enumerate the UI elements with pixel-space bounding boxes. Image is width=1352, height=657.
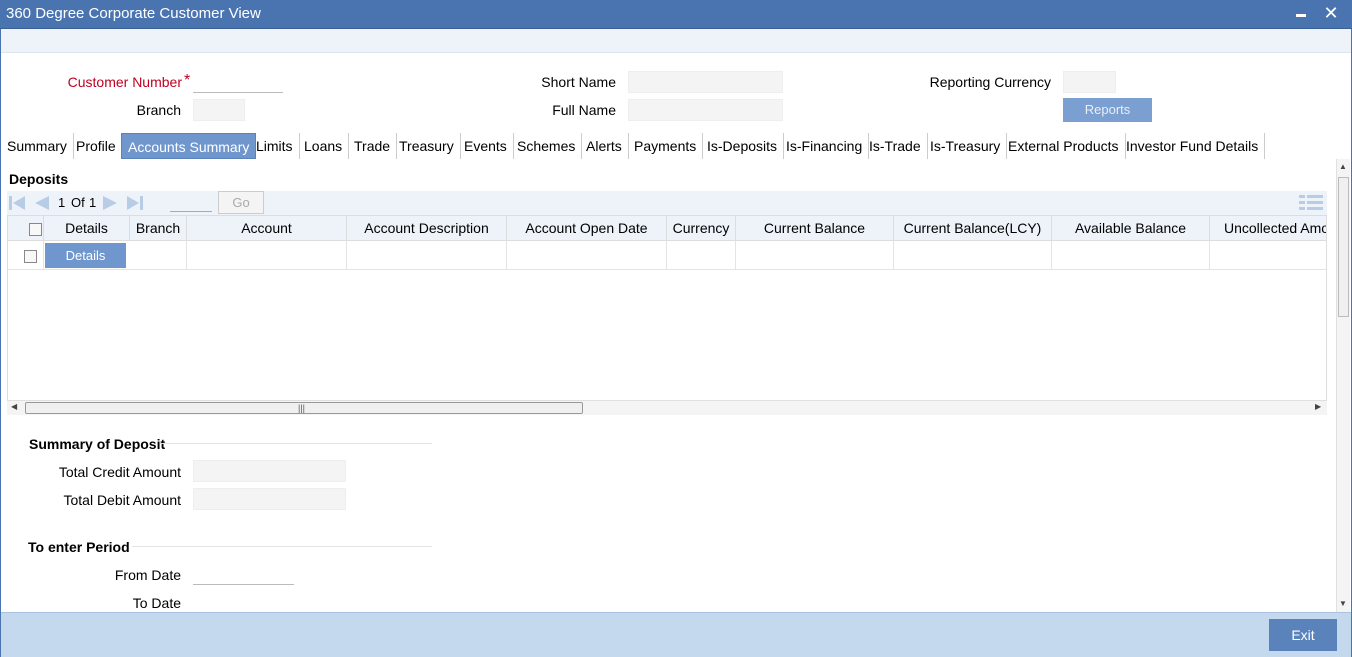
row-account-cell <box>187 241 347 270</box>
row-current-balance-cell <box>736 241 894 270</box>
window-title: 360 Degree Corporate Customer View <box>6 5 261 22</box>
row-checkbox[interactable] <box>24 250 37 263</box>
tab-payments[interactable]: Payments <box>628 133 704 159</box>
column-header-current-balance[interactable]: Current Balance <box>736 216 894 241</box>
total-credit-amount-field[interactable] <box>193 460 346 482</box>
previous-page-icon[interactable] <box>31 193 51 213</box>
column-header-branch[interactable]: Branch <box>130 216 187 241</box>
go-button[interactable]: Go <box>218 191 264 214</box>
grid-settings-icon[interactable] <box>1299 191 1323 215</box>
section-divider <box>160 443 432 444</box>
horizontal-scroll-thumb[interactable]: ||| <box>25 402 583 414</box>
tab-accounts-summary[interactable]: Accounts Summary <box>121 133 257 159</box>
table-header: Details Branch Account Account Descripti… <box>8 216 1326 241</box>
row-account-description-cell <box>347 241 507 270</box>
exit-button[interactable]: Exit <box>1269 619 1337 651</box>
tab-loans[interactable]: Loans <box>298 133 350 159</box>
tab-alerts[interactable]: Alerts <box>580 133 629 159</box>
tab-schemes[interactable]: Schemes <box>511 133 583 159</box>
summary-of-deposit-title: Summary of Deposit <box>29 436 166 452</box>
column-header-details[interactable]: Details <box>44 216 130 241</box>
scroll-right-icon[interactable]: ▶ <box>1315 402 1321 411</box>
last-page-icon[interactable] <box>125 193 145 213</box>
row-currency-cell <box>667 241 736 270</box>
column-header-current-balance-lcy[interactable]: Current Balance(LCY) <box>894 216 1052 241</box>
scroll-left-icon[interactable]: ◀ <box>11 402 17 411</box>
tab-bar: Summary Profile Accounts Summary Limits … <box>0 133 1352 159</box>
from-date-label: From Date <box>114 567 181 583</box>
deposits-title: Deposits <box>9 171 69 187</box>
reports-button[interactable]: Reports <box>1063 98 1152 122</box>
pager-total: 1 <box>89 195 97 210</box>
tab-is-trade[interactable]: Is-Trade <box>863 133 928 159</box>
page-number-input[interactable] <box>170 194 212 212</box>
required-marker: * <box>184 72 191 89</box>
period-title: To enter Period <box>28 539 130 555</box>
to-date-label: To Date <box>132 595 181 611</box>
branch-label: Branch <box>136 102 181 118</box>
row-select-cell <box>8 241 44 270</box>
vertical-scroll-thumb[interactable] <box>1338 177 1349 317</box>
next-page-icon[interactable] <box>101 193 121 213</box>
column-header-uncollected-amount[interactable]: Uncollected Amou <box>1210 216 1326 241</box>
column-header-available-balance[interactable]: Available Balance <box>1052 216 1210 241</box>
section-divider <box>132 546 432 547</box>
table-horizontal-scrollbar[interactable]: ◀ ||| ▶ <box>7 400 1327 415</box>
page-vertical-scrollbar[interactable]: ▲ ▼ <box>1336 159 1350 612</box>
select-all-checkbox[interactable] <box>29 223 42 236</box>
tab-is-treasury[interactable]: Is-Treasury <box>924 133 1008 159</box>
scroll-down-icon[interactable]: ▼ <box>1339 599 1347 608</box>
window-titlebar: 360 Degree Corporate Customer View ✕ <box>0 0 1352 29</box>
toolbar-strip <box>0 29 1352 53</box>
tab-events[interactable]: Events <box>458 133 514 159</box>
full-name-label: Full Name <box>552 102 616 118</box>
scroll-up-icon[interactable]: ▲ <box>1339 162 1347 171</box>
total-credit-amount-label: Total Credit Amount <box>58 464 181 480</box>
row-account-open-date-cell <box>507 241 667 270</box>
customer-number-label: Customer Number <box>67 74 182 90</box>
short-name-label: Short Name <box>541 74 616 90</box>
full-name-field[interactable] <box>628 99 783 121</box>
tab-investor-fund-details[interactable]: Investor Fund Details <box>1120 133 1266 159</box>
reporting-currency-label: Reporting Currency <box>929 74 1051 90</box>
select-all-cell <box>8 216 44 241</box>
total-debit-amount-label: Total Debit Amount <box>63 492 181 508</box>
tab-profile[interactable]: Profile <box>70 133 123 159</box>
short-name-field[interactable] <box>628 71 783 93</box>
column-header-account-open-date[interactable]: Account Open Date <box>507 216 667 241</box>
column-header-currency[interactable]: Currency <box>667 216 736 241</box>
reporting-currency-field[interactable] <box>1063 71 1116 93</box>
deposits-table: Details Branch Account Account Descripti… <box>7 215 1327 402</box>
row-branch-cell <box>130 241 187 270</box>
first-page-icon[interactable] <box>7 193 27 213</box>
row-current-balance-lcy-cell <box>894 241 1052 270</box>
total-debit-amount-field[interactable] <box>193 488 346 510</box>
from-date-input[interactable] <box>193 563 294 585</box>
row-details-button[interactable]: Details <box>45 243 126 268</box>
pager-of-label: Of <box>71 195 85 210</box>
column-header-account[interactable]: Account <box>187 216 347 241</box>
table-row: Details <box>8 241 1326 270</box>
deposits-pager: 1 Of 1 Go <box>7 191 1327 215</box>
tab-is-financing[interactable]: Is-Financing <box>780 133 870 159</box>
branch-field[interactable] <box>193 99 245 121</box>
customer-number-input[interactable] <box>193 71 283 93</box>
minimize-icon[interactable] <box>1290 2 1312 24</box>
footer-bar: Exit <box>0 612 1352 657</box>
tab-trade[interactable]: Trade <box>348 133 398 159</box>
tab-is-deposits[interactable]: Is-Deposits <box>701 133 785 159</box>
tab-limits[interactable]: Limits <box>250 133 300 159</box>
pager-current: 1 <box>58 195 66 210</box>
tab-summary[interactable]: Summary <box>1 133 74 159</box>
column-header-account-description[interactable]: Account Description <box>347 216 507 241</box>
close-icon[interactable]: ✕ <box>1320 2 1342 24</box>
row-available-balance-cell <box>1052 241 1210 270</box>
tab-external-products[interactable]: External Products <box>1002 133 1126 159</box>
tab-treasury[interactable]: Treasury <box>393 133 461 159</box>
